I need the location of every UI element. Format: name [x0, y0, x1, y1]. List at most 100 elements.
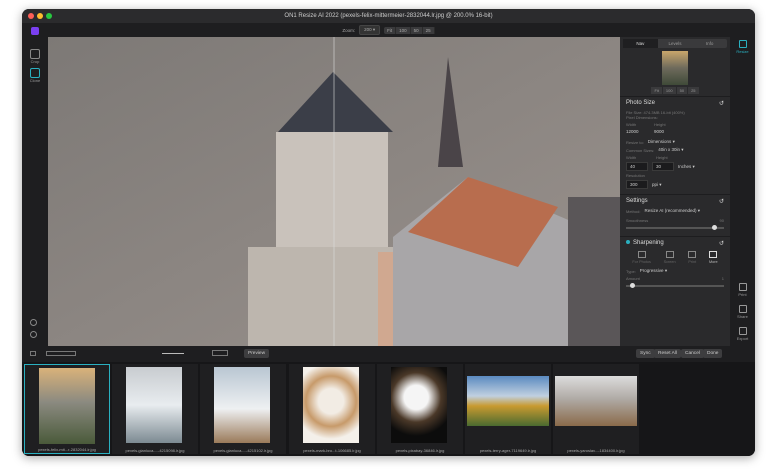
- clone-icon: [30, 68, 40, 78]
- thumbnail: [303, 367, 359, 443]
- zoom-label: Zoom:: [342, 27, 356, 33]
- preset-screen[interactable]: Screen: [664, 251, 676, 264]
- res-unit-select[interactable]: ppi ▾: [652, 182, 662, 188]
- smoothness-slider[interactable]: [626, 225, 724, 230]
- resolution-input[interactable]: 300: [626, 180, 648, 189]
- nav-fit-button[interactable]: Fit: [651, 87, 662, 94]
- zoom-100-button[interactable]: 100: [396, 26, 411, 34]
- method-select[interactable]: Resize AI (recommended) ▾: [644, 208, 700, 214]
- filename: pexels-terry-ager-7119649.lr.jpg: [479, 448, 537, 453]
- filmstrip-item[interactable]: pexels-gianluca-...-4215102.lr.jpg: [200, 364, 286, 454]
- method-label: Method:: [626, 208, 641, 214]
- module-column: Resize Print Share Export: [730, 37, 755, 360]
- sharpening-toggle[interactable]: [626, 240, 630, 244]
- reset-all-button[interactable]: Reset All: [654, 349, 681, 358]
- settings-section: Settings ↺ Method: Resize AI (recommended)…: [620, 194, 730, 236]
- filmstrip-item[interactable]: pexels-gianluca-...-4215098.lr.jpg: [112, 364, 198, 454]
- nav-50-button[interactable]: 50: [676, 87, 688, 94]
- nav-25-button[interactable]: 25: [688, 87, 699, 94]
- filmstrip-item[interactable]: pexels-pixabay-36846.lr.jpg: [377, 364, 463, 454]
- done-button[interactable]: Done: [703, 349, 723, 358]
- zoom-fit-button[interactable]: Fit: [384, 26, 397, 34]
- size-slider[interactable]: [162, 353, 184, 354]
- reset-icon[interactable]: ↺: [719, 198, 724, 205]
- panel-toggle-icon[interactable]: [30, 351, 36, 356]
- minimize-button[interactable]: [37, 13, 43, 19]
- common-sizes-select[interactable]: 40in x 30in ▾: [658, 147, 683, 153]
- filmstrip-item[interactable]: pexels-felix-mit...r-2832044.lr.jpg: [24, 364, 110, 454]
- export-icon: [738, 327, 747, 335]
- doc-width-label: Width: [626, 155, 637, 160]
- zoom-25-button[interactable]: 25: [423, 26, 435, 34]
- resolution-label: Resolution: [626, 173, 645, 178]
- reset-icon[interactable]: ↺: [719, 240, 724, 247]
- smoothness-value: 90: [719, 218, 724, 223]
- tab-nav[interactable]: Nav: [623, 39, 658, 48]
- preset-label: For Photos: [632, 260, 651, 264]
- height-label: Height: [654, 122, 666, 127]
- filmstrip-item[interactable]: pexels-yaroslav...-1834400.lr.jpg: [553, 364, 639, 454]
- preset-more[interactable]: More: [709, 251, 718, 264]
- app-logo: [31, 27, 39, 35]
- filename: pexels-gianluca-...-4215102.lr.jpg: [213, 448, 273, 453]
- filmstrip-item[interactable]: pexels-terry-ager-7119649.lr.jpg: [465, 364, 551, 454]
- resize-module[interactable]: Resize: [730, 40, 755, 54]
- sync-button[interactable]: Sync: [636, 349, 655, 358]
- close-button[interactable]: [28, 13, 34, 19]
- resize-icon: [738, 40, 747, 48]
- view-mode-icons[interactable]: [46, 351, 76, 356]
- sharpening-title: Sharpening: [633, 240, 664, 246]
- thumbnail: [555, 376, 637, 426]
- common-sizes-label: Common Sizes:: [626, 147, 655, 153]
- filename: pexels-mark-bro...t-106685.lr.jpg: [303, 448, 361, 453]
- zoom-value: 200: [364, 27, 372, 32]
- zoom-select[interactable]: 200 ▾: [359, 25, 381, 35]
- amount-value: 1: [721, 276, 724, 281]
- history-icon[interactable]: [30, 331, 37, 338]
- crop-tool[interactable]: Crop: [22, 49, 48, 64]
- thumbnail: [467, 376, 549, 426]
- preset-print[interactable]: Print: [688, 251, 697, 264]
- thumbnail: [214, 367, 270, 443]
- width-label: Width: [626, 122, 637, 127]
- compare-icon[interactable]: [212, 350, 228, 356]
- smoothness-knob[interactable]: [712, 225, 718, 230]
- cancel-button[interactable]: Cancel: [681, 349, 704, 358]
- resize-to-select[interactable]: Dimensions ▾: [648, 139, 675, 145]
- zoom-button[interactable]: [46, 13, 52, 19]
- zoom-toolbar: Zoom: 200 ▾ Fit 100 50 25: [22, 23, 755, 37]
- width-input[interactable]: 40: [626, 162, 648, 171]
- clone-tool[interactable]: Clone: [22, 68, 48, 83]
- filmstrip-item[interactable]: pexels-mark-bro...t-106685.lr.jpg: [289, 364, 375, 454]
- preset-label: More: [708, 260, 718, 264]
- res-unit-value: ppi: [652, 181, 659, 187]
- print-button[interactable]: Print: [730, 283, 755, 297]
- crop-icon: [30, 49, 40, 59]
- photo-size-title: Photo Size: [626, 100, 656, 106]
- tab-levels[interactable]: Levels: [658, 39, 693, 48]
- amount-knob[interactable]: [630, 283, 635, 288]
- preset-for-photos[interactable]: For Photos: [632, 251, 651, 264]
- amount-slider[interactable]: [626, 283, 724, 288]
- right-panel: Nav Levels Info Fit 100 50 25 Photo Size…: [620, 37, 730, 346]
- tab-info[interactable]: Info: [692, 39, 727, 48]
- photo-size-section: Photo Size ↺ File Size: 474.3MB 16-bit (4…: [620, 96, 730, 194]
- method-value: Resize AI (recommended): [644, 208, 697, 213]
- nav-100-button[interactable]: 100: [662, 87, 676, 94]
- common-size-value: 40in x 30in: [658, 147, 681, 152]
- reset-icon[interactable]: ↺: [719, 100, 724, 107]
- navigator-thumbnail[interactable]: [662, 51, 688, 85]
- clone-label: Clone: [29, 78, 41, 83]
- zoom-50-button[interactable]: 50: [411, 26, 423, 34]
- height-input[interactable]: 30: [652, 162, 674, 171]
- window-title: ON1 Resize AI 2022 (pexels-felix-mitterm…: [284, 13, 493, 19]
- unit-select[interactable]: Inches ▾: [678, 164, 695, 170]
- doc-height-label: Height: [656, 155, 668, 160]
- type-value: Progressive: [639, 268, 664, 273]
- preview-button[interactable]: Preview: [244, 349, 270, 358]
- export-button[interactable]: Export: [730, 327, 755, 341]
- type-select[interactable]: Progressive ▾: [640, 268, 667, 274]
- image-canvas[interactable]: [48, 37, 620, 346]
- zoom-tool-icon[interactable]: [30, 319, 37, 326]
- share-button[interactable]: Share: [730, 305, 755, 319]
